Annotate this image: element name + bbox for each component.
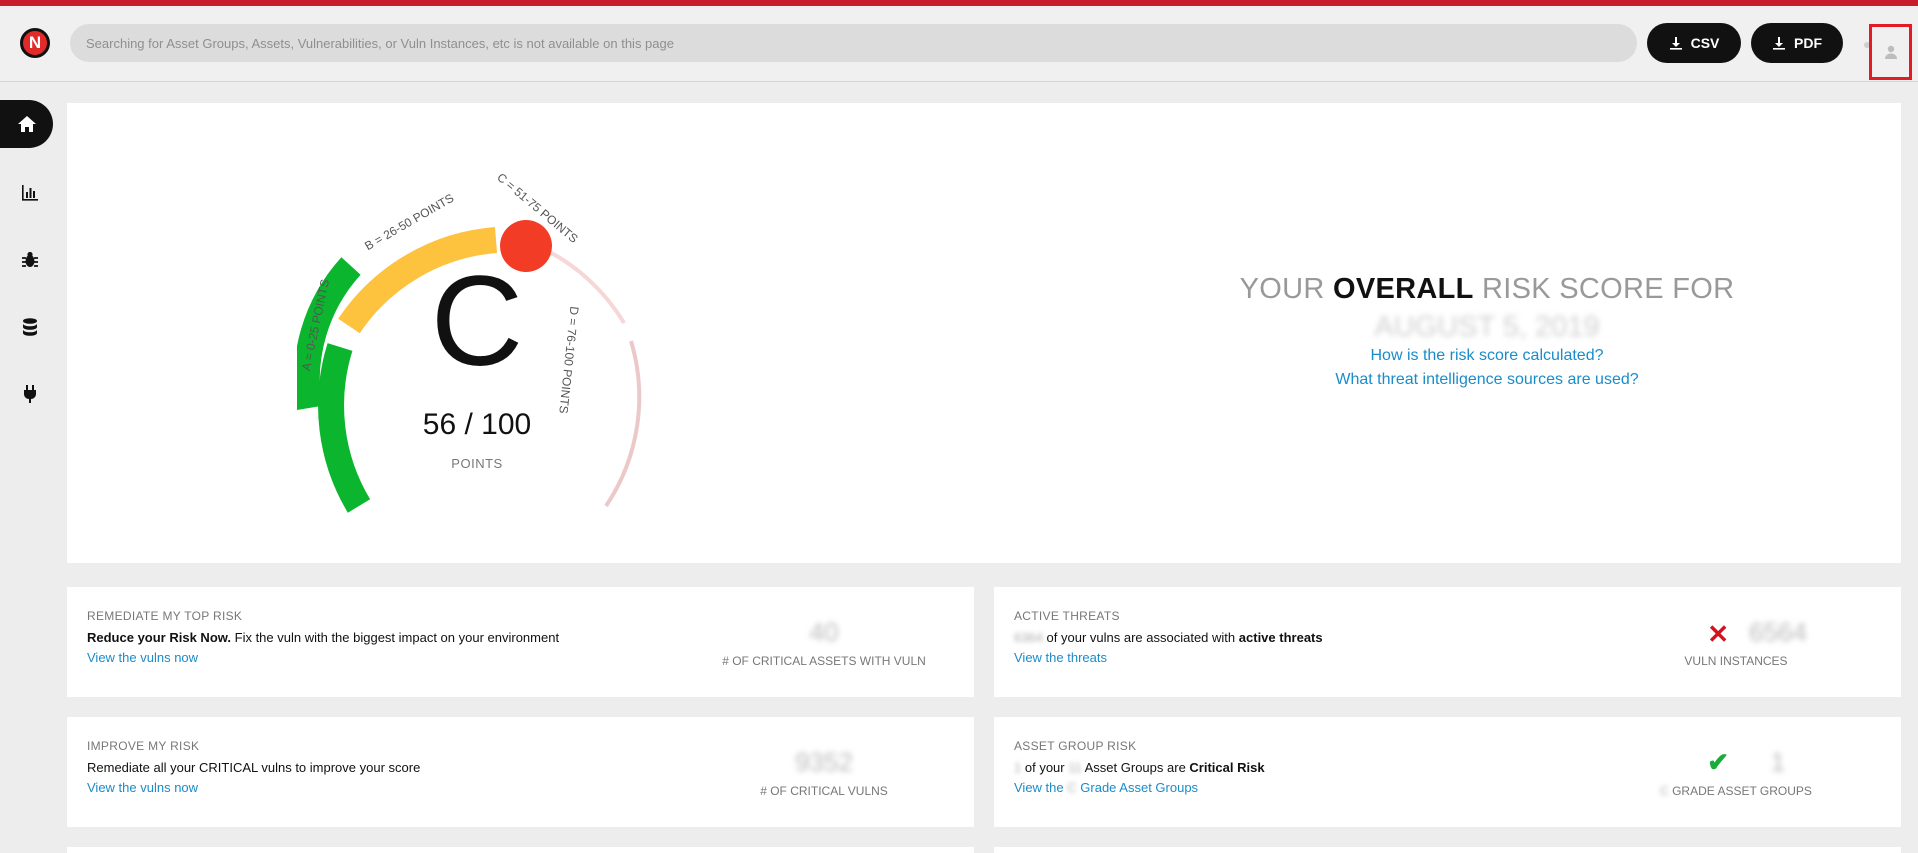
sidebar-item-home[interactable]: [0, 100, 53, 148]
card-text: 6364 of your vulns are associated with a…: [1014, 630, 1323, 645]
sidebar: [0, 100, 60, 434]
metric-value: 1: [1770, 747, 1786, 777]
card-text-body: Fix the vuln with the biggest impact on …: [234, 630, 560, 645]
improve-risk-card: IMPROVE MY RISK Remediate all your CRITI…: [67, 717, 974, 827]
threat-sources-link[interactable]: What threat intelligence sources are use…: [1147, 371, 1827, 389]
view-vulns-link[interactable]: View the vulns now: [87, 650, 198, 665]
asset-group-risk-card: ASSET GROUP RISK 1 of your 11 Asset Grou…: [994, 717, 1901, 827]
link-suffix: Grade Asset Groups: [1080, 780, 1199, 795]
metric-value: 40: [809, 617, 839, 647]
card-title: REMEDIATE MY TOP RISK: [87, 609, 243, 623]
sidebar-item-assets[interactable]: [0, 300, 60, 354]
user-icon: [1884, 45, 1897, 59]
app-logo[interactable]: N: [20, 28, 50, 58]
risk-calculation-link[interactable]: How is the risk score calculated?: [1147, 347, 1827, 365]
metric-value: 6564: [1749, 617, 1807, 647]
user-menu-button[interactable]: [1869, 24, 1912, 80]
card-text-blurred: 6364: [1014, 630, 1043, 645]
card-text: Reduce your Risk Now. Fix the vuln with …: [87, 630, 559, 645]
risk-score-unit: POINTS: [451, 456, 503, 471]
card-text: Remediate all your CRITICAL vulns to imp…: [87, 760, 421, 775]
metric-value: 9352: [795, 747, 853, 777]
sidebar-item-integrations[interactable]: [0, 367, 60, 421]
view-threats-link[interactable]: View the threats: [1014, 650, 1107, 665]
card-text: 1 of your 11 Asset Groups are Critical R…: [1014, 760, 1265, 775]
card-text-blurred: 11: [1068, 760, 1082, 775]
heading-suffix: RISK SCORE FOR: [1482, 273, 1735, 305]
active-threats-card: ACTIVE THREATS 6364 of your vulns are as…: [994, 587, 1901, 697]
risk-score-date: AUGUST 5, 2019: [1374, 311, 1600, 343]
database-icon: [23, 318, 37, 336]
card-text-body: Asset Groups are: [1084, 760, 1186, 775]
metric-label-text: GRADE ASSET GROUPS: [1672, 784, 1812, 798]
plug-icon: [24, 385, 36, 403]
link-prefix: View the: [1014, 780, 1064, 795]
pdf-label: PDF: [1794, 35, 1822, 51]
view-asset-groups-link[interactable]: View the C Grade Asset Groups: [1014, 780, 1198, 795]
risk-score-heading: YOUR OVERALL RISK SCORE FOR: [1147, 273, 1827, 306]
card-text-body: of your: [1024, 760, 1065, 775]
metric-label: # OF CRITICAL VULNS: [760, 784, 888, 798]
additional-card: [67, 847, 974, 853]
card-text-body: of your vulns are associated with: [1046, 630, 1236, 645]
metric-label: # OF CRITICAL ASSETS WITH VULN: [722, 654, 926, 668]
card-text-bold: Critical Risk: [1189, 760, 1265, 775]
risk-score-panel: A = 0-25 POINTS B = 26-50 POINTS C = 51-…: [67, 103, 1901, 563]
pdf-download-button[interactable]: PDF: [1751, 23, 1843, 63]
risk-grade: C: [430, 250, 524, 393]
remediate-top-risk-card: REMEDIATE MY TOP RISK Reduce your Risk N…: [67, 587, 974, 697]
csv-label: CSV: [1690, 35, 1720, 51]
card-text-bold: active threats: [1238, 630, 1323, 645]
risk-gauge: A = 0-25 POINTS B = 26-50 POINTS C = 51-…: [297, 123, 777, 563]
heading-bold: OVERALL: [1332, 273, 1474, 305]
metric-label-blurred: C: [1660, 784, 1669, 798]
bug-icon: [22, 251, 38, 267]
logo-letter: N: [28, 33, 42, 52]
bar-chart-icon: [22, 185, 38, 201]
metric-label: C GRADE ASSET GROUPS: [1621, 784, 1851, 798]
card-text-blurred: 1: [1014, 760, 1022, 775]
card-title: ACTIVE THREATS: [1014, 609, 1120, 623]
card-text-bold: Reduce your Risk Now.: [87, 630, 231, 645]
additional-card: [994, 847, 1901, 853]
heading-prefix: YOUR: [1239, 273, 1325, 305]
sidebar-item-vulnerabilities[interactable]: [0, 233, 60, 287]
view-vulns-link[interactable]: View the vulns now: [87, 780, 198, 795]
download-icon: [1773, 37, 1785, 50]
card-title: IMPROVE MY RISK: [87, 739, 200, 753]
sidebar-item-reports[interactable]: [0, 166, 60, 220]
home-icon: [17, 116, 36, 132]
search-input[interactable]: [70, 24, 1637, 62]
link-blurred: C: [1067, 780, 1077, 795]
header: N CSV PDF: [0, 6, 1918, 82]
card-title: ASSET GROUP RISK: [1014, 739, 1137, 753]
risk-score-value: 56 / 100: [422, 408, 532, 441]
download-icon: [1669, 37, 1682, 50]
csv-download-button[interactable]: CSV: [1647, 23, 1741, 63]
metric-label: VULN INSTANCES: [1684, 654, 1788, 668]
